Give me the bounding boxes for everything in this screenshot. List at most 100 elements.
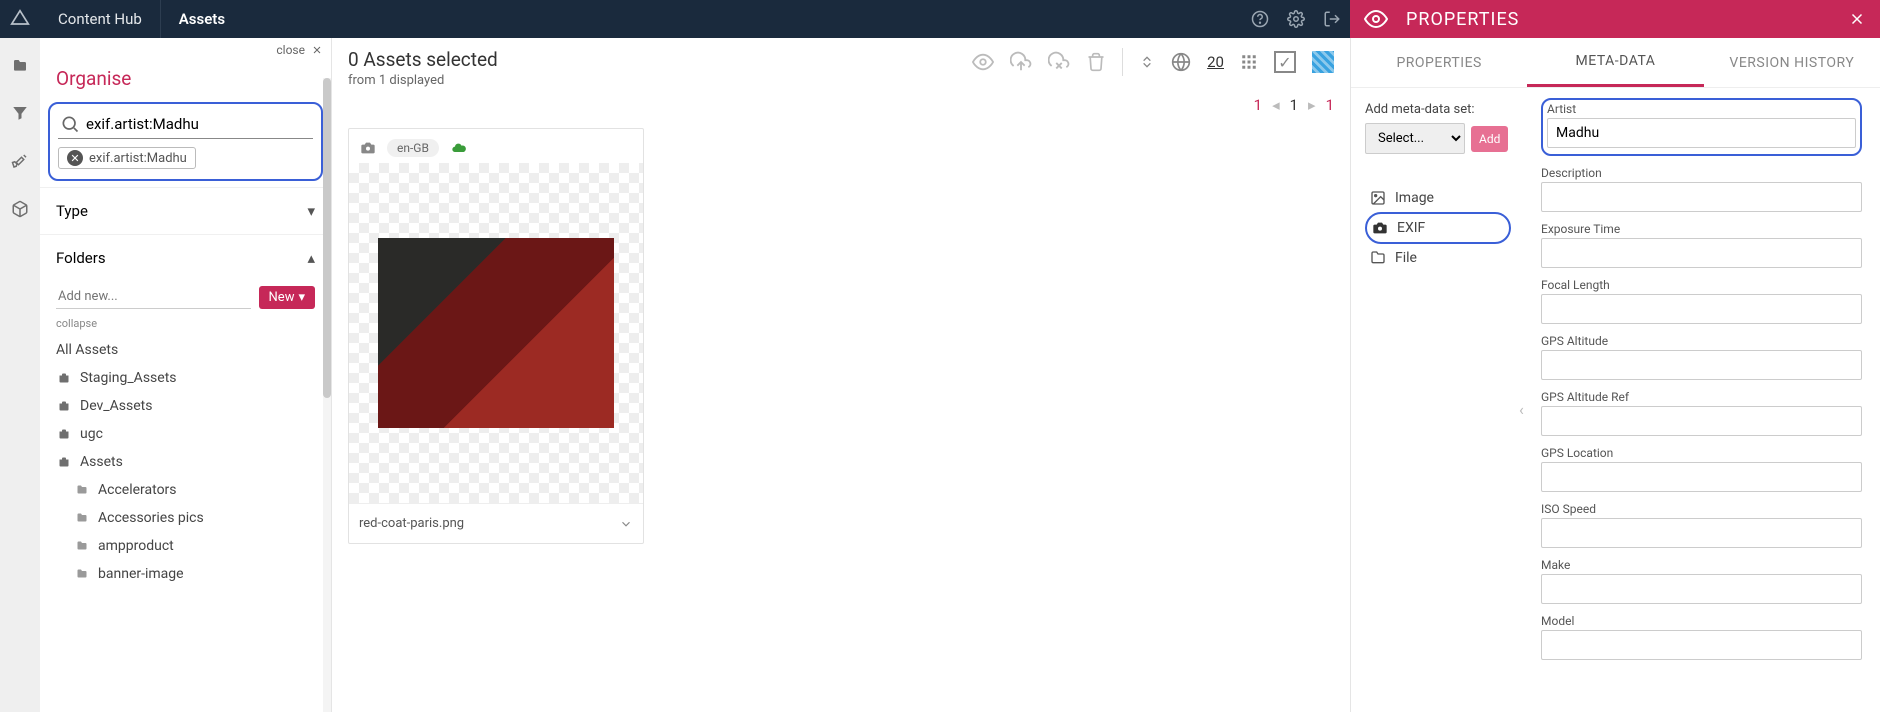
category-label: EXIF [1397,220,1425,236]
field-input-exposure_time[interactable] [1541,238,1862,268]
folder-label: banner-image [98,566,184,582]
toolbar-divider [1122,48,1123,76]
pager-prev-icon[interactable]: ◂ [1272,96,1280,114]
folder-icon [56,372,72,384]
tab-metadata[interactable]: META-DATA [1527,38,1703,87]
tab-version-history[interactable]: VERSION HISTORY [1704,38,1880,87]
chevron-up-icon: ▴ [307,249,315,267]
folder-icon [74,484,90,496]
visibility-icon [1364,7,1388,31]
folder-icon [56,428,72,440]
asset-card[interactable]: en-GB red-coat-paris.png [348,128,644,544]
folder-item[interactable]: banner-image [40,560,331,588]
field-gps_altitude: GPS Altitude [1541,334,1862,380]
chevron-down-icon: ▾ [307,202,315,220]
folder-rail-icon[interactable] [10,58,30,74]
field-input-make[interactable] [1541,574,1862,604]
field-input-gps_altitude_ref[interactable] [1541,406,1862,436]
folder-icon [56,456,72,468]
pager-next-icon[interactable]: ▸ [1308,96,1316,114]
logo-icon[interactable] [0,9,40,29]
search-highlight: ✕ exif.artist:Madhu [48,102,323,181]
new-folder-button[interactable]: New▾ [259,286,315,309]
field-input-model[interactable] [1541,630,1862,660]
asset-filename: red-coat-paris.png [359,516,464,531]
field-label: GPS Altitude Ref [1541,390,1862,404]
field-label: Focal Length [1541,278,1862,292]
folder-icon [74,568,90,580]
scrollbar-thumb[interactable] [323,78,331,398]
search-chip[interactable]: ✕ exif.artist:Madhu [58,147,196,169]
delete-icon[interactable] [1086,51,1106,73]
folder-label: Assets [80,454,123,470]
folder-item[interactable]: Staging_Assets [40,364,331,392]
section-title: Assets [161,10,243,28]
package-rail-icon[interactable] [11,200,29,218]
folder-item[interactable]: ugc [40,420,331,448]
folder-item[interactable]: All Assets [40,336,331,364]
filter-rail-icon[interactable] [11,104,29,122]
cloud-delete-icon[interactable] [1048,51,1070,73]
close-panel-button[interactable]: close [40,38,331,59]
field-input-gps_location[interactable] [1541,462,1862,492]
field-label: ISO Speed [1541,502,1862,516]
field-input-artist[interactable] [1547,118,1856,148]
metadata-category-file[interactable]: File [1365,244,1511,272]
folder-label: ugc [80,426,103,442]
field-model: Model [1541,614,1862,660]
pager-first[interactable]: 1 [1254,96,1262,114]
field-description: Description [1541,166,1862,212]
pager-current: 1 [1290,96,1298,114]
folders-section-toggle[interactable]: Folders ▴ [40,234,331,281]
collapse-link[interactable]: collapse [40,313,331,334]
expand-asset-icon[interactable] [619,517,633,531]
field-input-gps_altitude[interactable] [1541,350,1862,380]
field-label: GPS Location [1541,446,1862,460]
folder-item[interactable]: Accelerators [40,476,331,504]
help-icon[interactable] [1242,0,1278,38]
upload-icon[interactable] [1010,51,1032,73]
brand-title[interactable]: Content Hub [40,0,161,38]
cloud-sync-icon [449,140,469,156]
sort-icon[interactable] [1139,51,1155,73]
asset-thumbnail[interactable] [349,163,643,503]
page-size[interactable]: 20 [1207,53,1224,71]
folder-icon [74,540,90,552]
field-input-iso_speed[interactable] [1541,518,1862,548]
field-input-focal_length[interactable] [1541,294,1862,324]
add-set-button[interactable]: Add [1471,126,1508,152]
field-make: Make [1541,558,1862,604]
folder-item[interactable]: Dev_Assets [40,392,331,420]
folder-item[interactable]: ampproduct [40,532,331,560]
metadata-set-select[interactable]: Select... [1365,123,1465,154]
add-folder-input[interactable] [56,285,251,309]
tab-properties[interactable]: PROPERTIES [1351,38,1527,87]
type-label: Type [56,202,88,220]
remove-chip-icon[interactable]: ✕ [67,150,83,166]
select-toggle[interactable]: ✓ [1274,51,1296,73]
folder-label: Staging_Assets [80,370,177,386]
settings-icon[interactable] [1278,0,1314,38]
metadata-category-image[interactable]: Image [1365,184,1511,212]
chip-text: exif.artist:Madhu [89,151,187,166]
close-icon[interactable] [1848,10,1866,28]
expand-handle-icon[interactable]: ‹ [1519,400,1524,419]
field-label: Make [1541,558,1862,572]
globe-icon[interactable] [1171,52,1191,72]
grid-view-icon[interactable] [1240,53,1258,71]
folder-item[interactable]: Accessories pics [40,504,331,532]
select-all-button[interactable] [1312,51,1334,73]
metadata-category-exif[interactable]: EXIF [1365,212,1511,244]
folder-item[interactable]: Assets [40,448,331,476]
folder-label: Accessories pics [98,510,204,526]
search-input[interactable] [86,115,311,133]
logout-icon[interactable] [1314,0,1350,38]
field-input-description[interactable] [1541,182,1862,212]
properties-title: PROPERTIES [1406,9,1848,30]
type-section-toggle[interactable]: Type ▾ [40,187,331,234]
pager-last[interactable]: 1 [1326,96,1334,114]
preview-icon[interactable] [972,51,994,73]
tools-rail-icon[interactable] [11,152,29,170]
add-set-label: Add meta-data set: [1365,102,1511,117]
selected-title: 0 Assets selected [348,48,972,71]
